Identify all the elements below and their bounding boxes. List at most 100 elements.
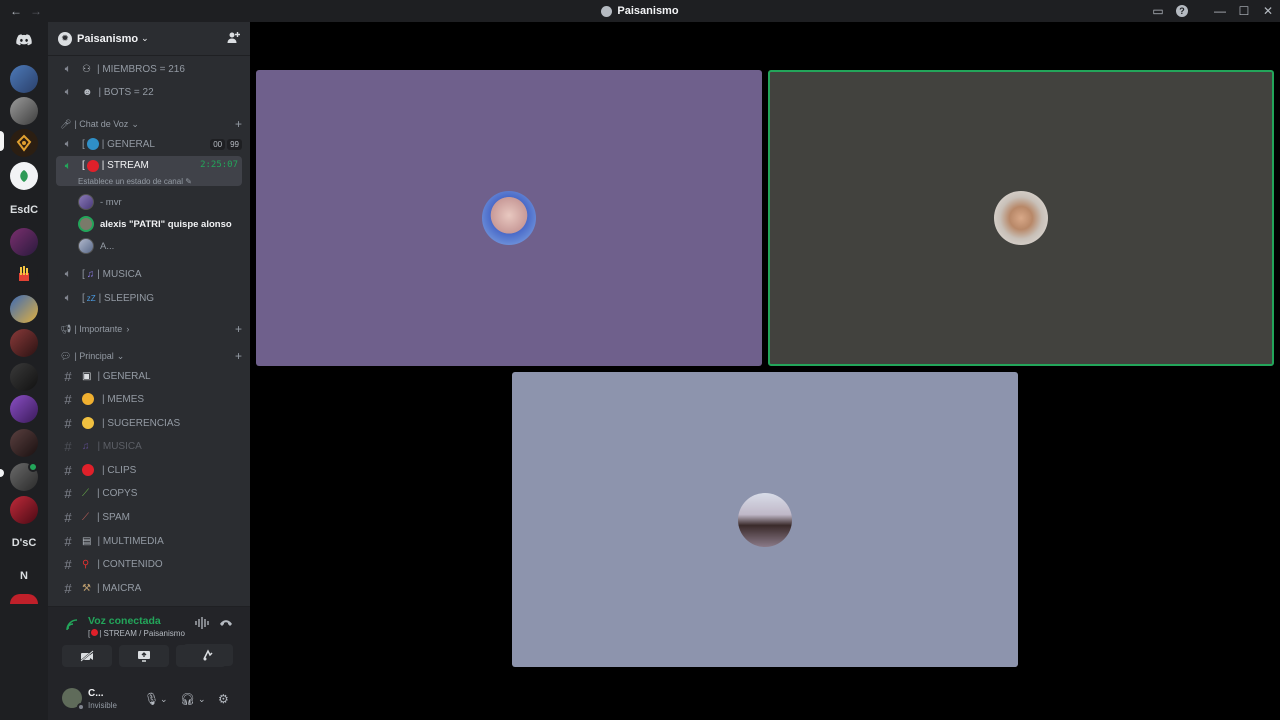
discord-home-icon[interactable] [10,26,38,54]
channel-label: | SPAM [97,511,130,523]
megaphone-icon: 📢︎ [60,323,72,334]
set-channel-status[interactable]: Establece un estado de canal ✎ [78,177,192,186]
text-channel-multimedia[interactable]: # ▤ | MULTIMEDIA [56,530,242,552]
participant-tile-1[interactable] [256,70,762,366]
unread-pill [0,469,4,477]
inbox-icon[interactable]: ▭ [1146,0,1170,22]
pencil-icon: ✎ [185,177,192,186]
signal-icon[interactable] [66,619,78,634]
status-text: Establece un estado de canal [78,177,183,186]
microphone-icon: 🎤︎ [60,118,72,129]
voice-channel-general[interactable]: 🔈︎ [ | GENERAL 00 99 [56,133,242,155]
camera-off-button[interactable] [62,645,112,667]
text-channel-musica[interactable]: # ♫ | MUSICA [56,435,242,457]
voice-connected-label[interactable]: Voz conectada [88,615,161,627]
participant-tile-3[interactable] [512,372,1018,667]
chevron-down-icon[interactable]: ⌄ [198,694,206,705]
server-icon-n[interactable]: N [10,562,38,590]
channel-label: | CLIPS [102,464,137,476]
add-channel-icon[interactable]: + [235,322,242,336]
category-chat-de-voz[interactable]: 🎤︎ | Chat de Voz ⌄ + [60,117,242,131]
text-channel-spam[interactable]: # ⟋ | SPAM [56,506,242,528]
channel-label: | MULTIMEDIA [97,535,164,547]
voice-channel-musica[interactable]: 🔈︎ [ ♫ | MUSICA [56,263,242,285]
text-channel-sugerencias[interactable]: # | SUGERENCIAS [56,412,242,434]
add-member-icon[interactable] [227,31,240,47]
screen-share-button[interactable] [119,645,169,667]
voice-user-name: A... [100,240,115,252]
server-icon-purple[interactable] [10,395,38,423]
server-icon-cartoon[interactable] [10,295,38,323]
noise-suppression-icon[interactable] [195,617,209,632]
category-label: | Principal [74,351,114,361]
category-importante[interactable]: 📢︎ | Importante › + [60,322,242,336]
back-arrow-icon[interactable]: ← [10,4,22,18]
server-icon-portrait[interactable] [10,329,38,357]
speaker-locked-icon: 🔈︎ [64,85,72,98]
server-name: Paisanismo [77,32,139,45]
user-name[interactable]: C... [88,688,104,699]
speaker-icon: 🔈︎ [64,137,72,150]
text-channel-copys[interactable]: # ⟋ | COPYS [56,482,242,504]
hashtag-icon: # [64,509,72,525]
text-channel-memes[interactable]: # | MEMES [56,388,242,410]
settings-gear-icon[interactable]: ⚙ [218,692,229,706]
server-icon-collage[interactable] [10,97,38,125]
voice-user-name: - mvr [100,196,122,208]
voice-channel-bots[interactable]: 🔈︎ ☻ | BOTS = 22 [56,81,242,103]
category-principal[interactable]: 💬︎ | Principal ⌄ + [60,349,242,363]
channel-label: | MUSICA [97,268,142,280]
close-button[interactable]: ✕ [1256,0,1280,22]
server-rail: EsdC D'sC N [0,22,48,720]
server-icon-red[interactable] [10,496,38,524]
invisible-status-dot [77,703,85,711]
server-icon-leaf[interactable] [10,162,38,190]
soundboard-button[interactable] [183,644,233,666]
chevron-down-icon: ⌄ [116,350,125,361]
help-icon[interactable]: ? [1170,0,1194,22]
music-note-icon: ♫ [82,440,90,452]
server-header[interactable]: ✹ Paisanismo ⌄ [48,22,250,56]
chevron-right-icon: › [126,324,130,334]
voice-channel-sleeping[interactable]: 🔈︎ [ zZ | SLEEPING [56,287,242,309]
disconnect-icon[interactable] [219,617,233,631]
bracket: [ [82,160,85,171]
server-icon-city[interactable] [10,65,38,93]
maximize-button[interactable]: ☐ [1232,0,1256,22]
server-icon-fries[interactable] [10,260,38,288]
participant-tile-2-speaking[interactable] [768,70,1274,366]
hashtag-icon: # [64,368,72,384]
voice-user-1[interactable]: - mvr [78,192,122,212]
voice-location[interactable]: [| STREAM / Paisanismo [88,629,185,638]
channel-label: | BOTS = 22 [98,86,154,98]
text-channel-general[interactable]: # ▣ | GENERAL [56,365,242,387]
headphones-icon[interactable]: 🎧︎ [180,692,195,706]
speaker-locked-icon: 🔈︎ [64,62,72,75]
voice-user-3[interactable]: A... [78,236,114,256]
channel-label: | CONTENIDO [97,558,163,570]
server-icon-paisanismo[interactable] [10,129,38,157]
window-title: Paisanismo [0,0,1280,22]
participant-avatar [482,191,536,245]
server-icon-dsc[interactable]: D'sC [6,529,42,557]
hashtag-icon: # [64,391,72,407]
text-channel-contenido[interactable]: # ⚲ | CONTENIDO [56,553,242,575]
add-channel-icon[interactable]: + [235,349,242,363]
server-icon-dark[interactable] [10,363,38,391]
window-controls: ▭ ? — ☐ ✕ [1146,0,1280,22]
text-channel-maicra[interactable]: # ⚒ | MAICRA [56,577,242,599]
bracket: [ [88,629,91,638]
voice-channel-members[interactable]: 🔈︎ ⚇ | MIEMBROS = 216 [56,58,242,80]
server-icon-anime[interactable] [10,228,38,256]
chevron-down-icon[interactable]: ⌄ [160,694,168,705]
add-channel-icon[interactable]: + [235,117,242,131]
voice-user-2[interactable]: alexis "PATRI" quispe alonso [78,214,232,234]
microphone-icon[interactable]: 🎙︎ [144,692,159,706]
server-icon-esdc[interactable]: EsdC [6,196,42,224]
text-channel-clips[interactable]: # | CLIPS [56,459,242,481]
server-icon-partial[interactable] [10,594,38,604]
minimize-button[interactable]: — [1208,0,1232,22]
server-icon-girl[interactable] [10,429,38,457]
forward-arrow-icon[interactable]: → [30,4,42,18]
user-status: Invisible [88,701,117,710]
